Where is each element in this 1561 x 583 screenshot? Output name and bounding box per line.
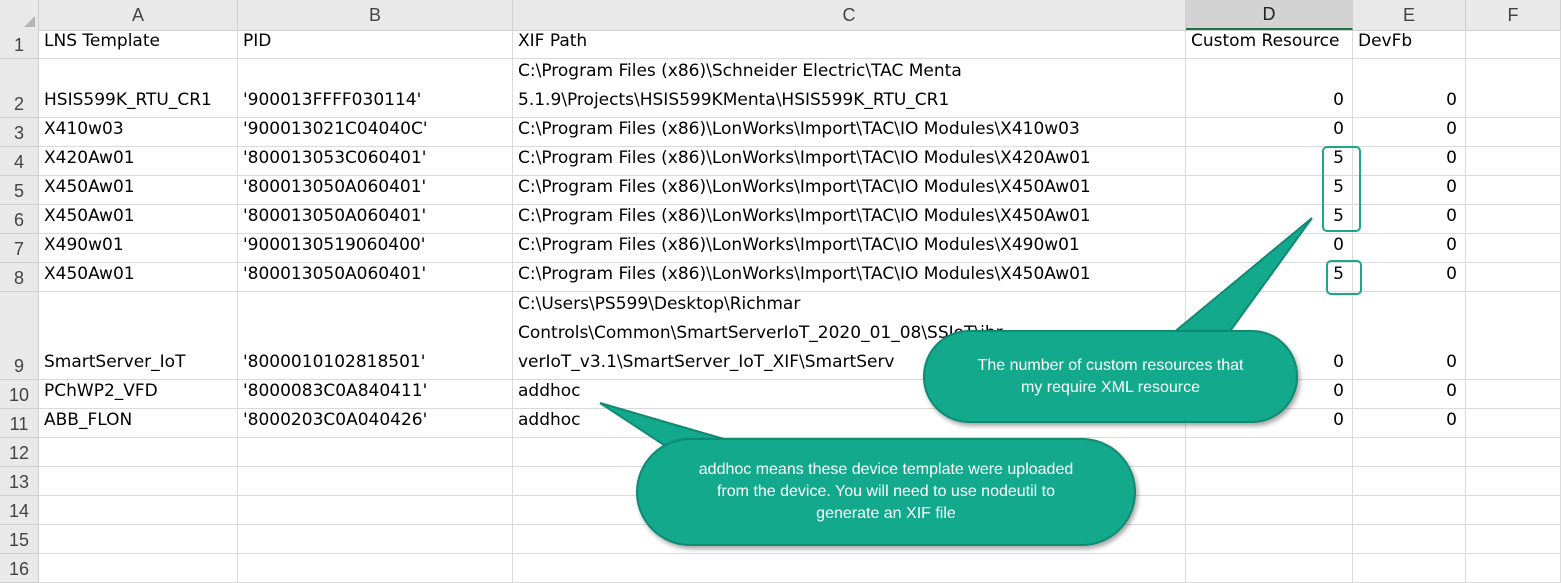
callout-addhoc: addhoc means these device template were …	[636, 438, 1136, 546]
callout-custom-resources: The number of custom resources that my r…	[923, 330, 1298, 423]
